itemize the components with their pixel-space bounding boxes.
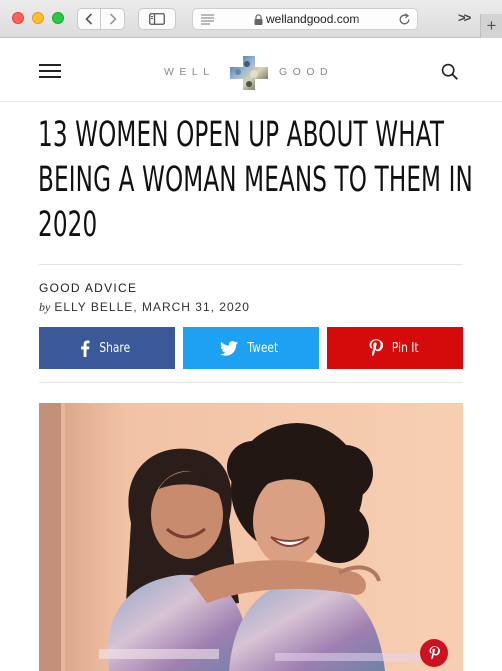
pinterest-share-button[interactable]: Pin It (327, 327, 463, 369)
twitter-share-button[interactable]: Tweet (183, 327, 319, 369)
byline-prefix: by (39, 300, 51, 314)
forward-arrow-icon (109, 13, 117, 25)
share-bar: Share Tweet Pin It (39, 327, 463, 369)
lock-icon (254, 14, 263, 25)
article-headline: 13 women open up about what being a woma… (38, 115, 473, 245)
new-tab-button[interactable]: + (480, 14, 502, 38)
share-divider (39, 382, 463, 383)
pinterest-icon (369, 339, 383, 357)
pinterest-icon (429, 646, 440, 660)
hamburger-menu-icon[interactable] (39, 64, 61, 78)
twitter-share-label: Tweet (247, 340, 279, 356)
headline-divider (39, 264, 463, 265)
address-bar[interactable]: wellandgood.com (192, 8, 418, 30)
sidebar-toggle-button[interactable] (138, 8, 176, 30)
reader-icon[interactable] (201, 14, 214, 25)
browser-toolbar: wellandgood.com >> + (0, 0, 502, 38)
reload-icon[interactable] (398, 13, 411, 26)
logo-text-well: WELL (164, 66, 215, 78)
hero-photo-illustration (39, 403, 463, 671)
sidebar-icon (149, 13, 165, 25)
facebook-share-label: Share (99, 340, 131, 356)
close-window-button[interactable] (12, 12, 24, 24)
logo-cross-icon (230, 56, 268, 90)
zoom-window-button[interactable] (52, 12, 64, 24)
back-arrow-icon (85, 13, 93, 25)
logo-text-good: GOOD (279, 66, 334, 78)
twitter-icon (220, 340, 239, 356)
byline-author-date[interactable]: ELLY BELLE, MARCH 31, 2020 (54, 300, 250, 314)
pinterest-share-label: Pin It (391, 340, 419, 356)
hero-photo[interactable] (39, 403, 463, 671)
article-category-link[interactable]: GOOD ADVICE (39, 281, 137, 295)
search-icon[interactable] (441, 63, 459, 81)
article-byline: by ELLY BELLE, MARCH 31, 2020 (39, 300, 250, 315)
minimize-window-button[interactable] (32, 12, 44, 24)
facebook-icon (81, 340, 90, 357)
back-button[interactable] (77, 8, 101, 30)
forward-button[interactable] (101, 8, 125, 30)
facebook-share-button[interactable]: Share (39, 327, 175, 369)
url-fade (353, 10, 385, 28)
pin-image-button[interactable] (420, 639, 448, 667)
site-logo[interactable]: WELL GOOD (164, 56, 334, 90)
site-header: WELL GOOD (0, 38, 502, 102)
toolbar-overflow-button[interactable]: >> (458, 10, 471, 25)
